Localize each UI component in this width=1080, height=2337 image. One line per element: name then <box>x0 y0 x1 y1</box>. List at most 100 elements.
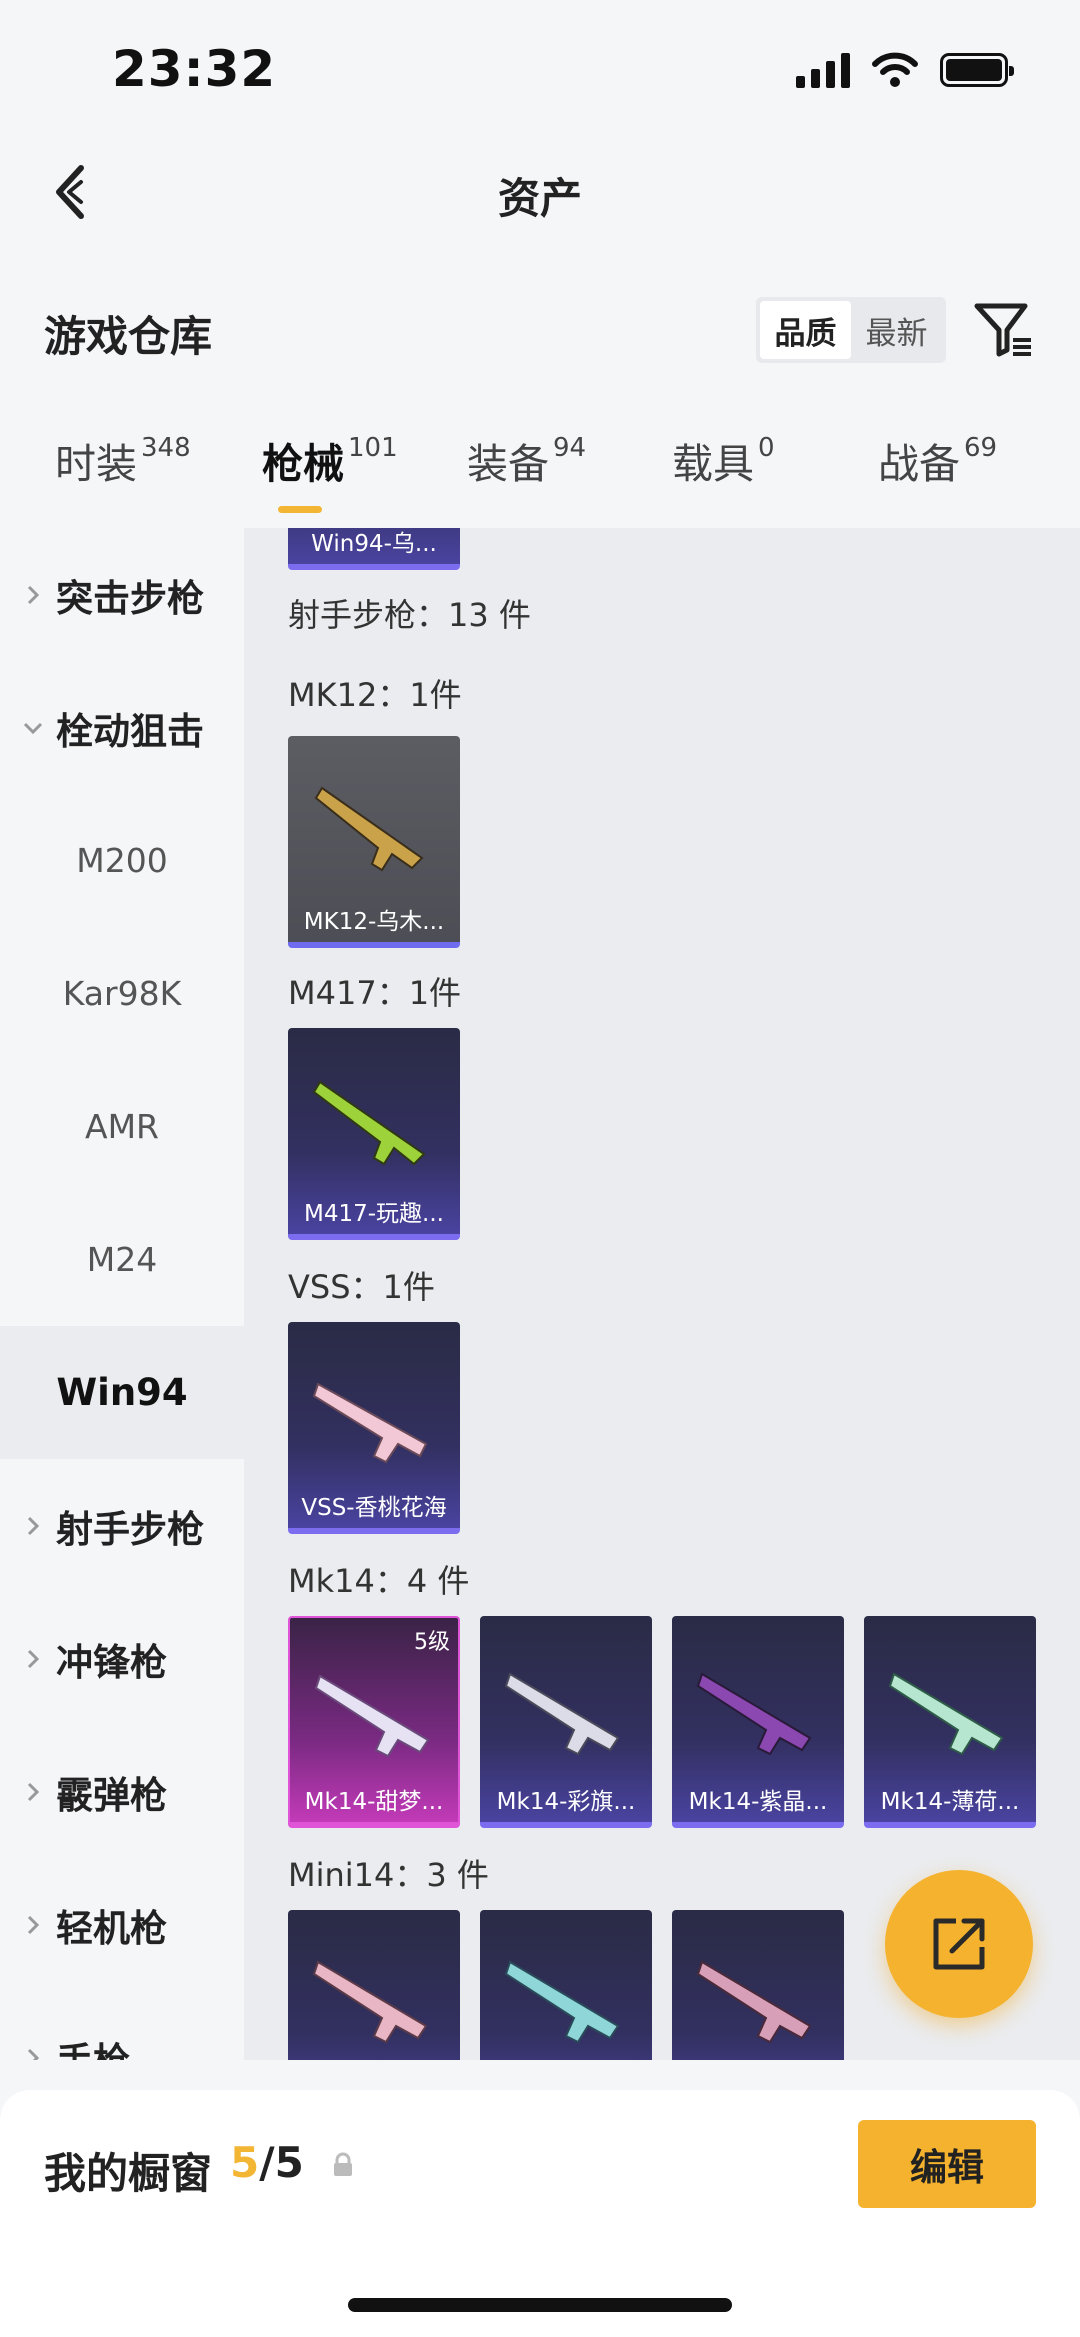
sidebar-item-label: 射手步枪 <box>56 1507 204 1551</box>
battery-icon <box>940 53 1014 87</box>
weapon-card[interactable]: Mk14-薄荷... <box>864 1616 1036 1828</box>
weapon-card-label: Mk14-彩旗... <box>496 1789 636 1815</box>
sidebar-item-label: Win94 <box>56 1371 188 1414</box>
category-tabs: 时装 348 枪械 101 装备 94 载具 0 战备 69 <box>0 430 1080 528</box>
showcase-total: /5 <box>259 2138 304 2187</box>
tab-count: 101 <box>348 432 398 463</box>
chevron-right-icon <box>22 1914 44 1936</box>
weapon-card[interactable]: M417-玩趣... <box>288 1028 460 1240</box>
sidebar-item-m200[interactable]: M200 <box>0 794 244 927</box>
sidebar-item-label: 突击步枪 <box>56 576 204 620</box>
sidebar-item-smg[interactable]: 冲锋枪 <box>0 1592 244 1725</box>
sidebar-item-label: Kar98K <box>62 974 182 1013</box>
sidebar-item-win94[interactable]: Win94 <box>0 1326 244 1459</box>
sort-quality-button[interactable]: 品质 <box>760 301 851 359</box>
weapon-card[interactable]: VSS-香桃花海 <box>288 1322 460 1534</box>
sidebar-item-shotgun[interactable]: 霰弹枪 <box>0 1725 244 1858</box>
sidebar-item-amr[interactable]: AMR <box>0 1060 244 1193</box>
tab-firearms[interactable]: 枪械 101 <box>262 430 398 528</box>
rifle-icon <box>314 786 424 872</box>
weapon-card[interactable]: Mk14-彩旗... <box>480 1616 652 1828</box>
home-indicator <box>348 2298 732 2312</box>
rifle-icon <box>888 1672 1004 1756</box>
rifle-icon <box>314 1674 430 1758</box>
filter-icon <box>974 303 1031 357</box>
filter-button[interactable] <box>970 297 1036 363</box>
tab-label: 枪械 <box>262 440 344 488</box>
sidebar-item-bolt-sniper[interactable]: 栓动狙击 <box>0 661 244 794</box>
weapon-grid: Win94-乌... 射手步枪：13 件 MK12：1件 MK12-乌木... … <box>244 528 1080 2060</box>
tab-tactical-gear[interactable]: 战备 69 <box>878 430 997 528</box>
status-bar: 23:32 <box>0 0 1080 135</box>
tab-equipment[interactable]: 装备 94 <box>467 430 586 528</box>
signal-icon <box>796 52 850 88</box>
tab-fashion[interactable]: 时装 348 <box>55 430 191 528</box>
rifle-icon <box>696 1672 812 1756</box>
showcase-count: 5/5 <box>230 2138 304 2187</box>
sidebar-item-label: 霰弹枪 <box>56 1773 167 1817</box>
chevron-right-icon <box>22 1648 44 1670</box>
share-icon <box>933 1918 985 1970</box>
rifle-icon <box>312 1080 426 1166</box>
sidebar-item-assault-rifle[interactable]: 突击步枪 <box>0 528 244 661</box>
sidebar-item-label: M24 <box>86 1240 158 1279</box>
tab-vehicles[interactable]: 载具 0 <box>672 430 775 528</box>
sidebar-item-label: M200 <box>76 841 168 880</box>
share-button[interactable] <box>885 1870 1033 2018</box>
sidebar-item-label: 手枪 <box>56 2031 130 2061</box>
group-title: M417：1件 <box>288 974 462 1012</box>
weapon-card-label: Mk14-甜梦... <box>304 1789 444 1815</box>
rifle-icon <box>504 1960 620 2044</box>
weapon-card[interactable] <box>288 1910 460 2060</box>
chevron-right-icon <box>22 1515 44 1537</box>
showcase-current: 5 <box>230 2138 260 2187</box>
rifle-icon <box>312 1960 428 2044</box>
weapon-card[interactable] <box>672 1910 844 2060</box>
sidebar-item-lmg[interactable]: 轻机枪 <box>0 1858 244 1991</box>
weapon-card[interactable]: Mk14-紫晶... <box>672 1616 844 1828</box>
group-title: Mk14：4 件 <box>288 1562 470 1600</box>
weapon-card[interactable]: 5级 Mk14-甜梦... <box>288 1616 460 1828</box>
rifle-icon <box>504 1672 620 1756</box>
wifi-icon <box>872 52 918 87</box>
rifle-icon <box>312 1382 428 1464</box>
chevron-down-icon <box>22 717 44 739</box>
sidebar-item-label: 冲锋枪 <box>56 1640 167 1684</box>
weapon-card-label: MK12-乌木... <box>303 909 445 935</box>
tab-count: 69 <box>964 432 998 463</box>
tab-label: 战备 <box>878 440 960 488</box>
weapon-type-sidebar: 突击步枪 栓动狙击 M200 Kar98K AMR M24 Win94 射手步枪… <box>0 528 244 2060</box>
sidebar-item-label: AMR <box>85 1107 159 1146</box>
edit-button[interactable]: 编辑 <box>858 2120 1036 2208</box>
sidebar-item-marksman-rifle[interactable]: 射手步枪 <box>0 1459 244 1592</box>
status-time: 23:32 <box>112 40 277 98</box>
group-title: Mini14：3 件 <box>288 1856 489 1894</box>
tab-label: 装备 <box>467 440 549 488</box>
tab-count: 348 <box>141 432 191 463</box>
sidebar-item-m24[interactable]: M24 <box>0 1193 244 1326</box>
group-title: VSS：1件 <box>288 1268 435 1306</box>
tab-label: 载具 <box>672 440 754 488</box>
sidebar-item-label: 栓动狙击 <box>56 709 204 753</box>
tab-label: 时装 <box>55 440 137 488</box>
weapon-card[interactable]: MK12-乌木... <box>288 736 460 948</box>
sidebar-item-pistol[interactable]: 手枪 <box>0 1991 244 2060</box>
weapon-card-label: Mk14-紫晶... <box>688 1789 828 1815</box>
chevron-right-icon <box>22 1781 44 1803</box>
section-title: 射手步枪：13 件 <box>288 596 531 634</box>
group-title: MK12：1件 <box>288 676 462 714</box>
sort-newest-button[interactable]: 最新 <box>851 301 942 359</box>
sidebar-item-label: 轻机枪 <box>56 1906 167 1950</box>
weapon-card-label: VSS-香桃花海 <box>301 1495 447 1521</box>
weapon-card-label: Mk14-薄荷... <box>880 1789 1020 1815</box>
nav-bar: 资产 <box>0 135 1080 255</box>
chevron-right-icon <box>22 2047 44 2060</box>
status-icons <box>796 52 1014 88</box>
sidebar-item-kar98k[interactable]: Kar98K <box>0 927 244 1060</box>
weapon-card[interactable]: Win94-乌... <box>288 528 460 570</box>
sort-toggle: 品质 最新 <box>756 297 946 363</box>
active-tab-indicator <box>278 506 322 513</box>
weapon-card[interactable] <box>480 1910 652 2060</box>
tab-count: 94 <box>553 432 587 463</box>
page-title: 资产 <box>497 174 582 223</box>
